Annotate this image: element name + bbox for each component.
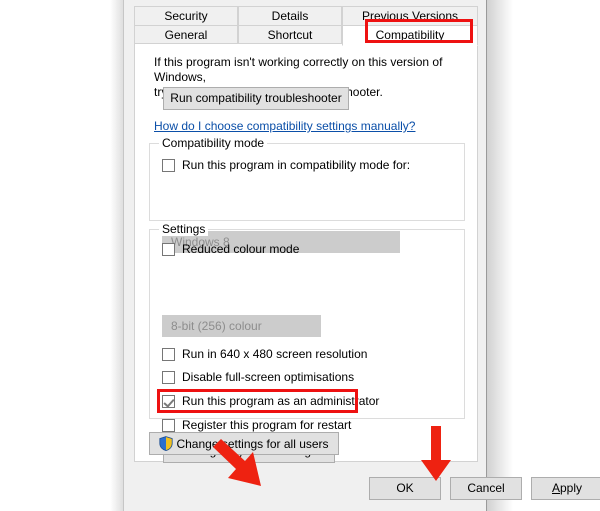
tab-label: Previous Versions (361, 9, 459, 23)
compatibility-tab-page: If this program isn't working correctly … (134, 43, 478, 463)
properties-dialog: Security Details Previous Versions Gener… (123, 0, 600, 511)
settings-group-label: Settings (159, 222, 209, 236)
button-label: pply (560, 481, 583, 495)
checkbox-compatibility-mode[interactable] (162, 158, 175, 172)
checkbox-label: Register this program for restart (182, 418, 352, 432)
checkbox-run-as-administrator[interactable] (162, 394, 175, 408)
checkbox-disable-fullscreen-optimisations[interactable] (162, 370, 175, 384)
checkbox-label: Reduced colour mode (182, 242, 300, 256)
compatibility-settings-help-link[interactable]: How do I choose compatibility settings m… (154, 119, 415, 133)
tab-shortcut[interactable]: Shortcut (238, 25, 342, 45)
page-background: Security Details Previous Versions Gener… (0, 0, 600, 511)
checkbox-640x480-resolution[interactable] (162, 347, 175, 361)
button-label: Change settings for all users (176, 436, 329, 451)
checkbox-label: Run in 640 x 480 screen resolution (182, 347, 368, 361)
tab-strip: Security Details Previous Versions Gener… (134, 6, 478, 46)
checkbox-row-compatibility-mode[interactable]: Run this program in compatibility mode f… (162, 156, 410, 174)
tab-label: Compatibility (375, 28, 445, 42)
tab-general[interactable]: General (134, 25, 238, 45)
checkbox-row-disable-fullscreen-optimisations[interactable]: Disable full-screen optimisations (162, 368, 354, 386)
button-label: OK (396, 481, 414, 495)
checkbox-label: Run this program in compatibility mode f… (182, 158, 411, 172)
tab-label: General (164, 28, 208, 42)
colour-depth-dropdown[interactable]: 8-bit (256) colour (162, 315, 321, 337)
cancel-button[interactable]: Cancel (450, 477, 522, 500)
button-label-accelerator: A (551, 481, 560, 495)
checkbox-row-640x480[interactable]: Run in 640 x 480 screen resolution (162, 345, 367, 363)
checkbox-reduced-colour-mode[interactable] (162, 242, 175, 256)
checkbox-label: Disable full-screen optimisations (182, 370, 355, 384)
tab-details[interactable]: Details (238, 6, 342, 26)
dropdown-value: 8-bit (256) colour (171, 319, 262, 333)
intro-line-1: If this program isn't working correctly … (154, 55, 443, 84)
tab-previous-versions[interactable]: Previous Versions (342, 6, 478, 26)
tab-label: Security (164, 9, 208, 23)
run-compatibility-troubleshooter-button[interactable]: Run compatibility troubleshooter (163, 87, 349, 110)
checkbox-row-reduced-colour-mode[interactable]: Reduced colour mode (162, 240, 299, 258)
dialog-right-shadow (487, 0, 513, 511)
checkbox-label: Run this program as an administrator (182, 394, 380, 408)
checkbox-register-for-restart[interactable] (162, 418, 175, 432)
tab-security[interactable]: Security (134, 6, 238, 26)
apply-button[interactable]: Apply (531, 477, 600, 500)
uac-shield-icon (159, 436, 174, 451)
tab-compatibility[interactable]: Compatibility (342, 25, 478, 46)
change-settings-for-all-users-button[interactable]: Change settings for all users (149, 432, 339, 455)
dialog-left-shadow (110, 0, 124, 511)
checkbox-row-run-as-administrator[interactable]: Run this program as an administrator (162, 392, 379, 410)
tab-label: Shortcut (267, 28, 313, 42)
ok-button[interactable]: OK (369, 477, 441, 500)
button-label: Cancel (467, 481, 505, 495)
compatibility-mode-group: Compatibility mode (149, 136, 465, 221)
compatibility-mode-group-label: Compatibility mode (159, 136, 268, 150)
tab-label: Details (271, 9, 309, 23)
